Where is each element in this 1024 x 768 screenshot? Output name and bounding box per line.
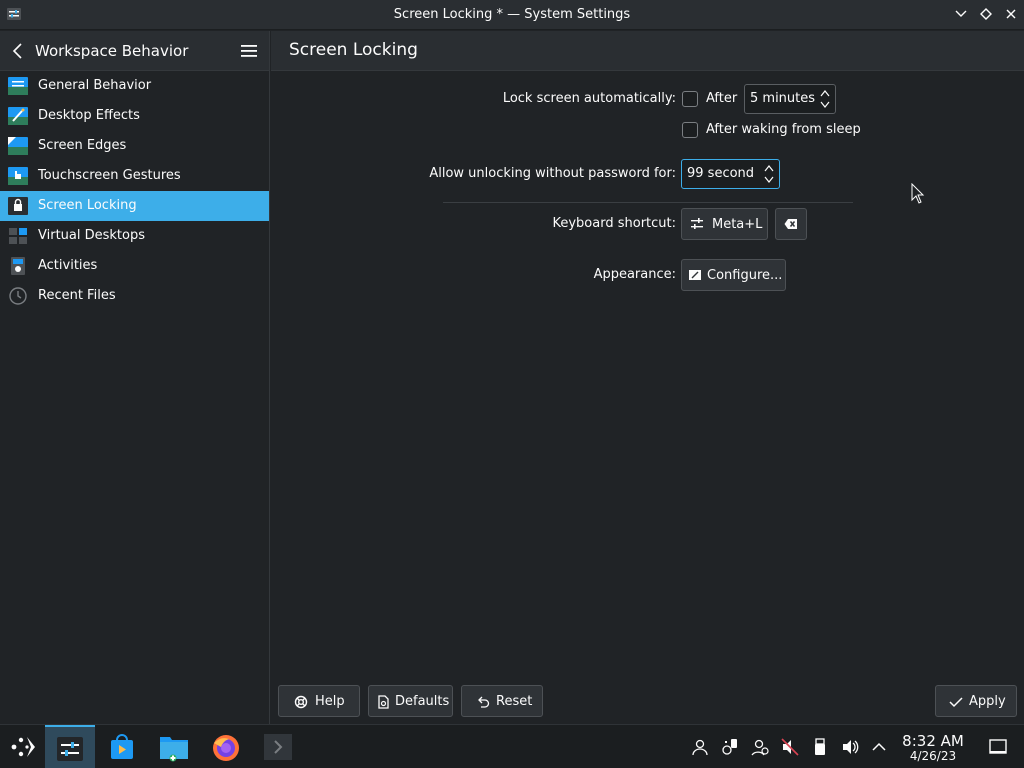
virtual-desktops-icon [9,228,27,244]
account-icon[interactable] [751,738,769,756]
touchscreen-gestures-icon [8,167,28,185]
page-title: Screen Locking [289,40,418,60]
taskbar: 8:32 AM 4/26/23 [0,724,1024,768]
configure-shortcut-icon [691,218,703,229]
konsole-task[interactable] [253,725,303,768]
sidebar-item-virtual-desktops[interactable]: Virtual Desktops [0,221,269,251]
sidebar-item-general-behavior[interactable]: General Behavior [0,71,269,101]
undo-icon [478,696,490,708]
sidebar-item-desktop-effects[interactable]: Desktop Effects [0,101,269,131]
firefox-task[interactable] [201,725,251,768]
discover-task[interactable] [97,725,147,768]
mouse-cursor-icon [911,183,925,204]
clock-time[interactable]: 8:32 AM [893,732,973,750]
spin-arrows-icon[interactable] [763,163,775,185]
sidebar-title: Workspace Behavior [35,42,189,60]
title-bar: Screen Locking * — System Settings [0,0,1024,30]
help-icon [294,695,308,709]
volume-icon[interactable] [841,738,859,756]
system-settings-task[interactable] [45,725,95,768]
document-revert-icon [378,695,389,709]
sidebar-header: Workspace Behavior [0,31,269,71]
lock-auto-label: Lock screen automatically: [502,91,676,106]
checkmark-icon [949,697,963,708]
hamburger-menu-icon[interactable] [240,43,258,59]
configure-label: Configure... [707,268,783,283]
window-title: Screen Locking * — System Settings [393,7,631,22]
apply-label: Apply [969,694,1006,709]
show-hidden-icon[interactable] [870,738,888,756]
volume-muted-icon[interactable] [781,738,799,756]
konsole-icon [264,734,292,760]
general-behavior-icon [8,77,28,95]
minimize-icon[interactable] [954,7,968,21]
configure-appearance-button[interactable]: Configure... [681,259,786,291]
desktop-effects-icon [8,107,28,125]
apply-button[interactable]: Apply [935,685,1017,717]
lock-timeout-spinbox[interactable]: 5 minutes [744,84,836,114]
backspace-icon [784,219,797,229]
application-launcher-icon[interactable] [0,725,50,768]
usb-icon[interactable] [811,738,829,756]
clear-shortcut-button[interactable] [775,208,807,240]
lock-after-label: After [706,91,738,106]
sidebar-item-touchscreen-gestures[interactable]: Touchscreen Gestures [0,161,269,191]
sidebar-item-screen-locking[interactable]: Screen Locking [0,191,269,221]
defaults-label: Defaults [395,694,450,709]
sidebar-item-activities[interactable]: Activities [0,251,269,281]
after-waking-checkbox[interactable] [682,122,698,138]
lock-timeout-value: 5 minutes [750,91,816,106]
main-header: Screen Locking [271,31,1024,71]
firefox-icon [213,735,239,761]
spin-arrows-icon[interactable] [819,88,831,110]
dolphin-icon [160,737,188,762]
screen-edges-icon [8,137,28,155]
main-panel: Screen Locking Lock screen automatically… [271,31,1024,724]
after-waking-label: After waking from sleep [706,122,861,137]
screen-locking-icon [8,197,28,215]
activities-icon [11,257,25,275]
close-icon[interactable] [1004,7,1018,21]
allow-unlock-value: 99 second [687,166,755,181]
maximize-icon[interactable] [979,7,993,21]
allow-unlock-spinbox[interactable]: 99 second [681,159,780,189]
user-icon[interactable] [691,738,709,756]
keyboard-shortcut-button[interactable]: Meta+L [681,208,768,240]
appearance-label: Appearance: [593,267,676,282]
help-label: Help [315,694,345,709]
defaults-button[interactable]: Defaults [368,685,453,717]
system-settings-icon [57,737,83,761]
dolphin-task[interactable] [149,725,199,768]
back-arrow-icon[interactable] [10,42,26,60]
lock-after-checkbox[interactable] [682,91,698,107]
kde-connect-icon[interactable] [721,738,739,756]
section-divider [443,202,853,203]
reset-button[interactable]: Reset [461,685,543,717]
sidebar-item-recent-files[interactable]: Recent Files [0,281,269,311]
sidebar-item-screen-edges[interactable]: Screen Edges [0,131,269,161]
sidebar-list: General Behavior Desktop Effects Screen … [0,71,269,311]
reset-label: Reset [496,694,533,709]
keyboard-shortcut-label: Keyboard shortcut: [552,216,676,231]
help-button[interactable]: Help [278,685,360,717]
configure-icon [689,270,701,280]
sidebar: Workspace Behavior General Behavior Desk… [0,31,270,724]
show-desktop-icon[interactable] [989,738,1007,756]
shortcut-value: Meta+L [712,217,763,232]
clock-date[interactable]: 4/26/23 [893,749,973,763]
allow-unlock-label: Allow unlocking without password for: [429,166,676,181]
recent-files-icon [9,287,27,305]
discover-icon [111,734,133,759]
